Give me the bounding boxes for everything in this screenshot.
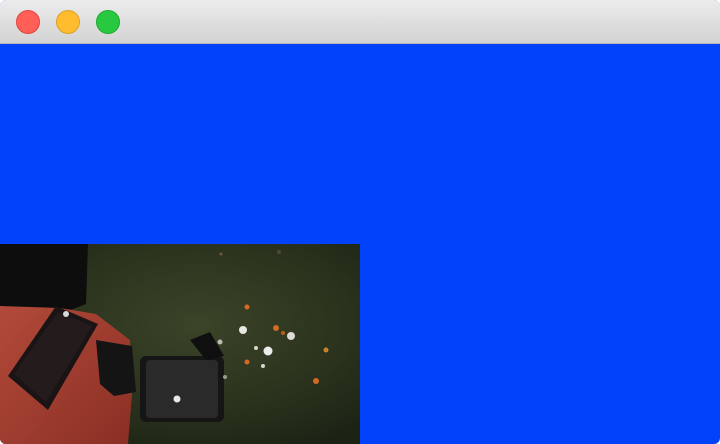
phone-logo-dot xyxy=(63,311,69,317)
camera-feed-scene xyxy=(0,244,360,444)
debris xyxy=(261,364,265,368)
apple-logo-dot xyxy=(173,395,181,403)
zoom-window-button[interactable] xyxy=(96,10,120,34)
debris xyxy=(273,325,279,331)
debris xyxy=(287,332,295,340)
debris xyxy=(263,346,273,356)
debris xyxy=(239,326,247,334)
debris xyxy=(244,304,250,310)
debris xyxy=(219,252,223,256)
shadow-corner xyxy=(0,244,88,314)
debris xyxy=(323,347,329,353)
blue-canvas xyxy=(0,44,720,444)
debris xyxy=(277,250,281,254)
phone-on-grass-screen xyxy=(146,360,218,418)
debris xyxy=(254,346,258,350)
camera-feed-image xyxy=(0,244,360,444)
debris xyxy=(223,375,227,379)
debris xyxy=(244,359,250,365)
title-bar[interactable] xyxy=(0,0,720,44)
minimize-window-button[interactable] xyxy=(56,10,80,34)
debris xyxy=(281,331,285,335)
app-window xyxy=(0,0,720,444)
close-window-button[interactable] xyxy=(16,10,40,34)
debris xyxy=(217,339,223,345)
debris xyxy=(313,378,319,384)
